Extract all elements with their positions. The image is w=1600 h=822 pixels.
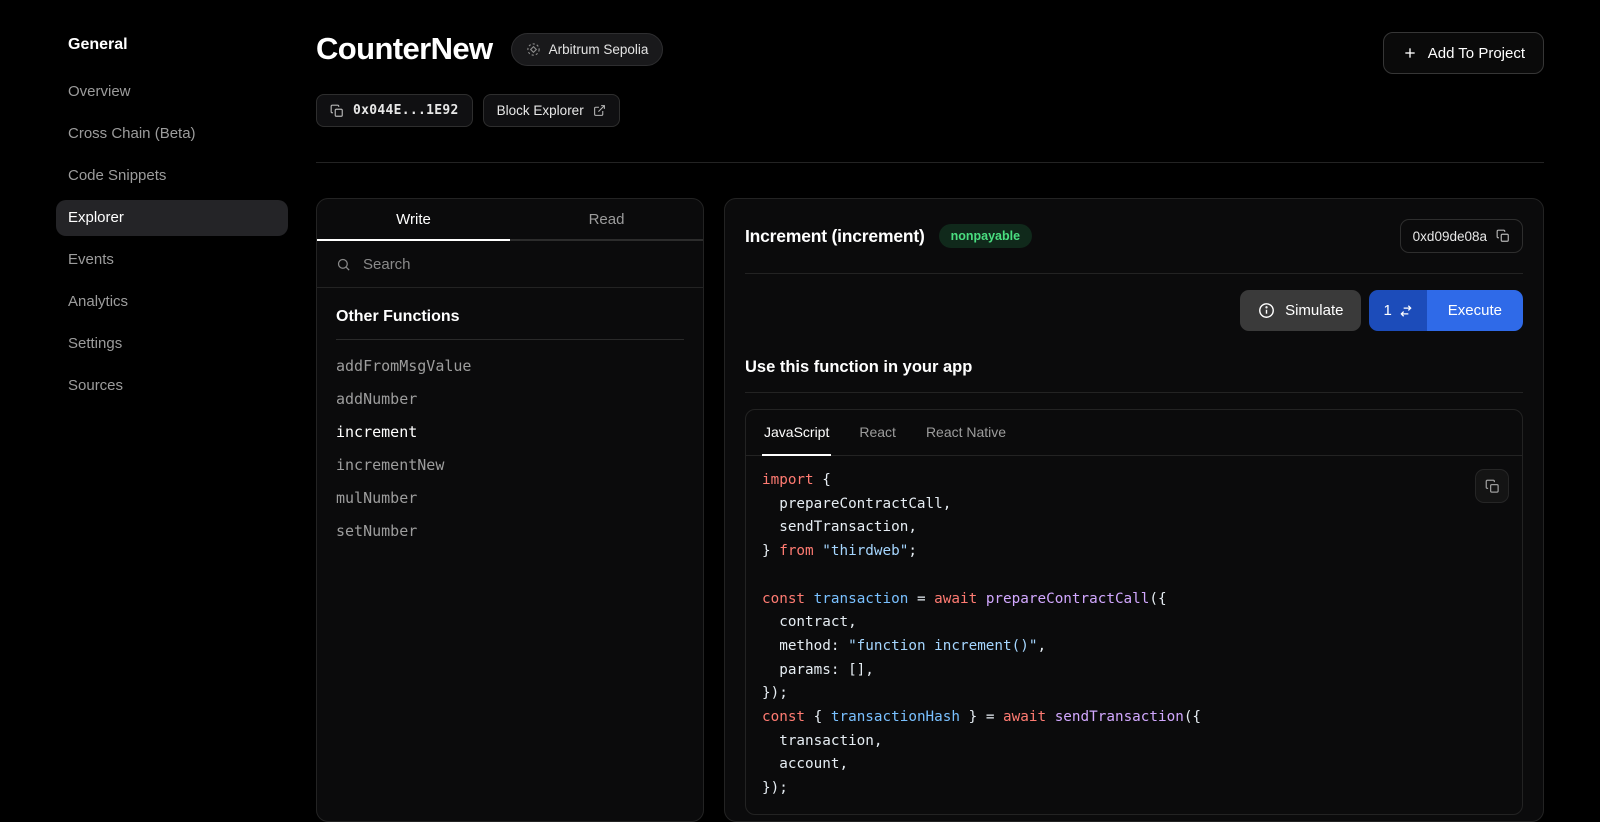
contract-title-group: CounterNew Arbitrum Sepolia: [316, 30, 663, 68]
block-explorer-label: Block Explorer: [497, 103, 584, 118]
contract-address: 0x044E...1E92: [353, 103, 459, 118]
add-to-project-label: Add To Project: [1428, 45, 1525, 62]
sidebar-item-events[interactable]: Events: [56, 242, 288, 278]
code-line: method: "function increment()",: [762, 635, 1506, 659]
code-tab-react-native[interactable]: React Native: [924, 410, 1008, 456]
explorer-content: WriteRead Other Functions addFromMsgValu…: [316, 198, 1544, 822]
sidebar-nav: Overview Cross Chain (Beta) Code Snippets E…: [56, 74, 300, 404]
sidebar-section-title: General: [68, 36, 300, 54]
plus-icon: [1402, 45, 1418, 61]
code-line: });: [762, 777, 1506, 801]
copy-icon: [1485, 479, 1500, 494]
copy-icon: [330, 104, 344, 118]
network-badge[interactable]: Arbitrum Sepolia: [511, 33, 664, 66]
block-explorer-button[interactable]: Block Explorer: [483, 94, 620, 127]
functions-panel: WriteRead Other Functions addFromMsgValu…: [316, 198, 704, 822]
header-divider: [316, 162, 1544, 163]
sidebar-item-cross-chain-beta[interactable]: Cross Chain (Beta): [56, 116, 288, 152]
functions-list: addFromMsgValueaddNumberincrementincreme…: [336, 350, 684, 548]
function-item-incrementnew[interactable]: incrementNew: [336, 449, 684, 482]
main-content: CounterNew Arbitrum Sepolia Add To Proje…: [316, 0, 1600, 819]
sidebar: General Overview Cross Chain (Beta) Code S…: [0, 0, 316, 819]
code-line: });: [762, 682, 1506, 706]
code-line: const { transactionHash } = await sendTr…: [762, 706, 1506, 730]
code-line: } from "thirdweb";: [762, 540, 1506, 564]
search-bar: [317, 241, 703, 288]
functions-section-title: Other Functions: [336, 308, 684, 340]
tab-write[interactable]: Write: [317, 199, 510, 241]
code-line: import {: [762, 469, 1506, 493]
search-input[interactable]: [361, 255, 684, 274]
info-icon: [1258, 302, 1275, 319]
sidebar-item-code-snippets[interactable]: Code Snippets: [56, 158, 288, 194]
execute-split-button: 1 Execute: [1369, 290, 1523, 331]
usage-heading: Use this function in your app: [745, 358, 1523, 393]
contract-meta-row: 0x044E...1E92 Block Explorer: [316, 94, 1544, 127]
code-line: sendTransaction,: [762, 516, 1506, 540]
code-line: prepareContractCall,: [762, 493, 1506, 517]
simulate-label: Simulate: [1285, 302, 1343, 319]
code-line: account,: [762, 753, 1506, 777]
contract-address-button[interactable]: 0x044E...1E92: [316, 94, 473, 127]
search-icon: [336, 257, 351, 272]
tab-read[interactable]: Read: [510, 199, 703, 241]
copy-code-button[interactable]: [1475, 469, 1509, 503]
write-read-tabs: WriteRead: [317, 199, 703, 241]
code-tab-javascript[interactable]: JavaScript: [762, 410, 831, 456]
function-item-addnumber[interactable]: addNumber: [336, 383, 684, 416]
sidebar-item-overview[interactable]: Overview: [56, 74, 288, 110]
function-title-group: Increment (increment) nonpayable: [745, 224, 1032, 248]
function-detail-panel: Increment (increment) nonpayable 0xd09de…: [724, 198, 1544, 822]
copy-icon: [1496, 229, 1510, 243]
sidebar-item-settings[interactable]: Settings: [56, 326, 288, 362]
code-line: params: [],: [762, 659, 1506, 683]
contract-header: CounterNew Arbitrum Sepolia Add To Proje…: [316, 30, 1544, 74]
code-language-tabs: JavaScript React React Native: [746, 410, 1522, 456]
sidebar-item-explorer[interactable]: Explorer: [56, 200, 288, 236]
sidebar-item-sources[interactable]: Sources: [56, 368, 288, 404]
code-tab-react[interactable]: React: [857, 410, 898, 456]
code-body: import { prepareContractCall, sendTransa…: [746, 456, 1522, 814]
transaction-count-button[interactable]: 1: [1369, 290, 1426, 331]
functions-section: Other Functions addFromMsgValueaddNumber…: [317, 288, 703, 568]
code-line: const transaction = await prepareContrac…: [762, 588, 1506, 612]
app: { "sidebar": { "title": "General", "item…: [0, 0, 1600, 819]
add-to-project-button[interactable]: Add To Project: [1383, 32, 1544, 74]
page-title: CounterNew: [316, 30, 493, 68]
function-item-setnumber[interactable]: setNumber: [336, 515, 684, 548]
function-item-addfrommsgvalue[interactable]: addFromMsgValue: [336, 350, 684, 383]
code-panel: JavaScript React React Native import { pre…: [745, 409, 1523, 815]
execute-button[interactable]: Execute: [1427, 290, 1523, 331]
function-title: Increment (increment): [745, 226, 925, 247]
simulate-button[interactable]: Simulate: [1240, 290, 1361, 331]
function-selector-button[interactable]: 0xd09de08a: [1400, 219, 1523, 253]
code-block: import { prepareContractCall, sendTransa…: [762, 469, 1506, 801]
function-detail-header: Increment (increment) nonpayable 0xd09de…: [745, 215, 1523, 274]
function-actions: Simulate 1 Execute: [745, 290, 1523, 331]
mutability-badge: nonpayable: [939, 224, 1032, 248]
code-line: contract,: [762, 611, 1506, 635]
network-badge-label: Arbitrum Sepolia: [549, 42, 649, 57]
sidebar-item-analytics[interactable]: Analytics: [56, 284, 288, 320]
code-line: transaction,: [762, 730, 1506, 754]
code-line: [762, 564, 1506, 588]
function-item-mulnumber[interactable]: mulNumber: [336, 482, 684, 515]
network-icon: [526, 42, 541, 57]
function-selector: 0xd09de08a: [1413, 229, 1487, 244]
function-item-increment[interactable]: increment: [336, 416, 684, 449]
transaction-count: 1: [1383, 302, 1391, 319]
swap-arrows-icon: [1399, 304, 1413, 318]
external-link-icon: [593, 104, 606, 117]
